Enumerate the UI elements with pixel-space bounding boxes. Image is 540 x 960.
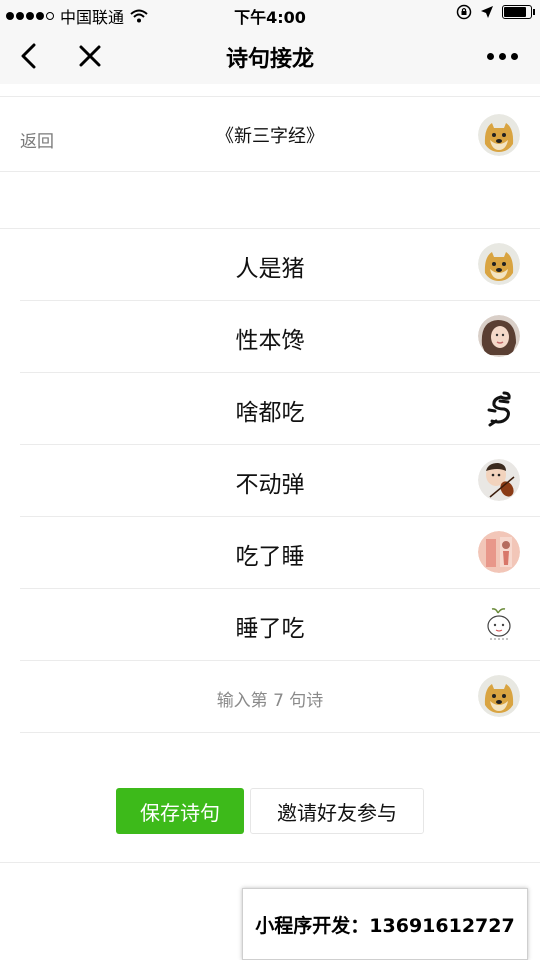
- more-dot-icon: [486, 52, 494, 60]
- poem-line-row: 性本馋: [20, 301, 540, 373]
- poem-line-text: 啥都吃: [235, 400, 305, 426]
- sketch-avatar-icon: [478, 603, 520, 645]
- poem-line-text: 性本馋: [235, 328, 305, 354]
- illustration-avatar-icon: [478, 531, 520, 573]
- poem-line-row: 不动弹: [20, 445, 540, 517]
- line-author-avatar[interactable]: [478, 315, 520, 357]
- doge-avatar-icon: [478, 114, 520, 156]
- divider: [0, 171, 540, 172]
- page-title: 诗句接龙: [225, 47, 314, 72]
- next-line-input[interactable]: 输入第 7 句诗: [0, 686, 540, 711]
- divider: [0, 862, 540, 863]
- poem-line-row: 啥都吃: [20, 373, 540, 445]
- poem-line-text: 吃了睡: [235, 544, 305, 570]
- invite-friends-button[interactable]: 邀请好友参与: [250, 788, 424, 834]
- line-author-avatar[interactable]: [478, 243, 520, 285]
- line-author-avatar[interactable]: [478, 459, 520, 501]
- status-bar: 中国联通 下午4:00: [0, 0, 540, 28]
- doge-avatar-icon: [478, 243, 520, 285]
- more-dot-icon: [510, 52, 518, 60]
- poem-line-row: 吃了睡: [20, 517, 540, 589]
- navigation-bar: 诗句接龙: [0, 28, 540, 84]
- poem-line-text: 睡了吃: [235, 616, 305, 642]
- child-violin-avatar-icon: [478, 459, 520, 501]
- divider: [0, 96, 540, 97]
- more-menu-button[interactable]: [482, 36, 522, 76]
- more-dot-icon: [498, 52, 506, 60]
- line-author-avatar[interactable]: [478, 531, 520, 573]
- save-poem-button[interactable]: 保存诗句: [116, 788, 244, 834]
- input-row[interactable]: 输入第 7 句诗: [20, 661, 540, 733]
- poem-title: 《新三字经》: [216, 126, 324, 147]
- poem-line-text: 不动弹: [235, 472, 305, 498]
- battery-icon: [502, 5, 535, 19]
- promo-banner: 小程序开发：13691612727: [242, 888, 528, 960]
- line-author-avatar[interactable]: [478, 603, 520, 645]
- location-icon: [481, 6, 493, 18]
- poem-line-row: 人是猪: [20, 229, 540, 301]
- poem-line-text: 人是猪: [235, 256, 305, 282]
- battery-level: [504, 7, 526, 17]
- poem-line-row: 睡了吃: [20, 589, 540, 661]
- current-user-avatar[interactable]: [478, 675, 520, 717]
- orientation-lock-icon: [456, 4, 472, 20]
- dragon-avatar-icon: [478, 387, 520, 429]
- line-author-avatar[interactable]: [478, 387, 520, 429]
- doge-avatar-icon: [478, 675, 520, 717]
- status-right: [456, 4, 535, 20]
- girl-avatar-icon: [478, 315, 520, 357]
- author-avatar[interactable]: [478, 114, 520, 156]
